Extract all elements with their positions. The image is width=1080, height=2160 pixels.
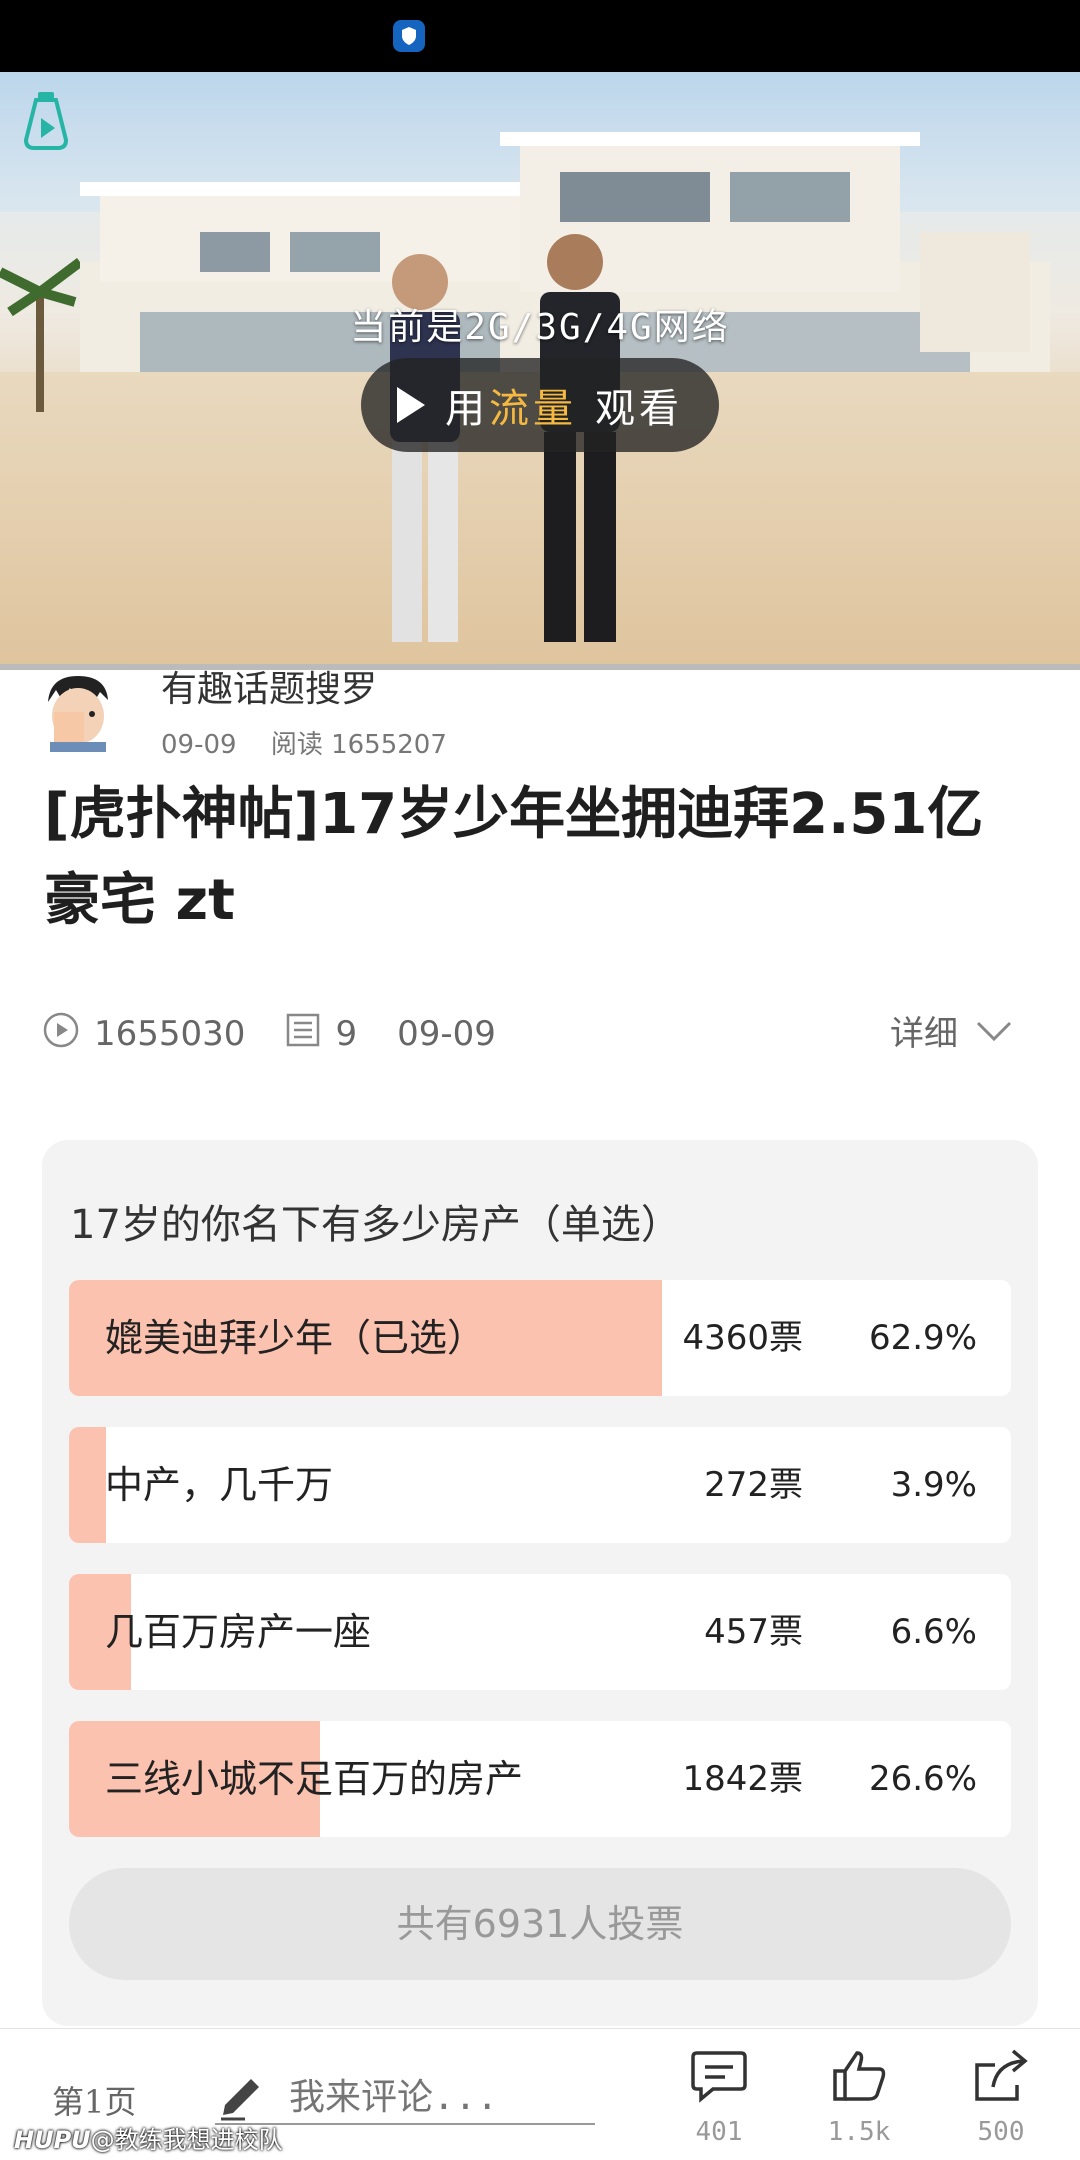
play-prefix: 用 [445, 386, 489, 432]
stats-date: 09-09 [397, 1014, 496, 1054]
poll-option-votes: 1842票 [682, 1759, 803, 1799]
author-name[interactable]: 有趣话题搜罗 [161, 660, 377, 712]
poll-option-percent: 62.9% [868, 1318, 977, 1358]
poll-option[interactable]: 三线小城不足百万的房产 1842票 26.6% [69, 1721, 1011, 1837]
comment-list-icon [285, 1012, 321, 1057]
poll-option-votes: 272票 [704, 1465, 803, 1505]
author-meta: 09-09 阅读 1655207 [161, 724, 473, 761]
video-player[interactable]: 当前是2G/3G/4G网络 用 流量 观看 [0, 72, 1080, 670]
watermark: HUPU@教练我想进校队 [14, 2120, 283, 2155]
play-suffix: 观看 [595, 386, 683, 432]
avatar[interactable] [40, 672, 116, 752]
network-hint: 当前是2G/3G/4G网络 [350, 307, 730, 348]
poll-option[interactable]: 中产，几千万 272票 3.9% [69, 1427, 1011, 1543]
detail-toggle[interactable]: 详细 [890, 1006, 1014, 1055]
watermark-user: @教练我想进校队 [90, 2126, 283, 2154]
post-stats: 1655030 9 09-09 [42, 1010, 536, 1058]
comment-input[interactable] [289, 2069, 589, 2125]
poll-option-label: 中产，几千万 [105, 1463, 334, 1507]
page-indicator[interactable]: 第1页 [52, 2077, 136, 2123]
like-button[interactable]: 1.5k [814, 2047, 904, 2147]
comment-count: 9 [335, 1014, 358, 1054]
status-bar [0, 0, 1080, 72]
poll-option-percent: 6.6% [890, 1612, 977, 1652]
comment-box[interactable] [215, 2069, 595, 2125]
play-with-data-button[interactable]: 用 流量 观看 [361, 358, 719, 452]
post-title: [虎扑神帖]17岁少年坐拥迪拜2.51亿豪宅 zt [44, 782, 984, 933]
comment-bubble-icon [691, 2051, 747, 2103]
poll-option-percent: 3.9% [890, 1465, 977, 1505]
chevron-down-icon [976, 1021, 1012, 1041]
post-date: 09-09 [161, 730, 237, 760]
poll-option-votes: 457票 [704, 1612, 803, 1652]
shield-icon [393, 20, 425, 52]
poll-option-fill [69, 1427, 106, 1543]
poll-total-button[interactable]: 共有6931人投票 [69, 1868, 1011, 1980]
comments-count: 401 [695, 2117, 743, 2147]
watermark-brand: HUPU [14, 2126, 91, 2154]
play-accent: 流量 [489, 386, 577, 432]
app-logo-icon [22, 90, 70, 150]
like-count: 1.5k [827, 2117, 891, 2147]
poll-option-label: 媲美迪拜少年（已选） [105, 1316, 486, 1360]
thumbs-up-icon [833, 2051, 886, 2101]
view-count: 1655030 [94, 1014, 246, 1054]
poll-option-percent: 26.6% [868, 1759, 977, 1799]
poll-option-votes: 4360票 [682, 1318, 803, 1358]
poll-option-label: 几百万房产一座 [105, 1610, 372, 1654]
share-button[interactable]: 500 [956, 2047, 1046, 2147]
poll-option-label: 三线小城不足百万的房产 [105, 1757, 524, 1801]
play-icon [397, 387, 425, 423]
play-count-icon [42, 1011, 80, 1058]
poll-card: 17岁的你名下有多少房产（单选） 媲美迪拜少年（已选） 4360票 62.9% … [42, 1140, 1038, 2026]
comments-button[interactable]: 401 [674, 2047, 764, 2147]
poll-option[interactable]: 几百万房产一座 457票 6.6% [69, 1574, 1011, 1690]
share-count: 500 [977, 2117, 1025, 2147]
poll-option[interactable]: 媲美迪拜少年（已选） 4360票 62.9% [69, 1280, 1011, 1396]
detail-label: 详细 [890, 1014, 958, 1054]
share-icon [975, 2049, 1028, 2101]
pencil-icon [215, 2071, 267, 2127]
poll-question: 17岁的你名下有多少房产（单选） [70, 1202, 681, 1248]
read-count: 阅读 1655207 [270, 730, 447, 760]
